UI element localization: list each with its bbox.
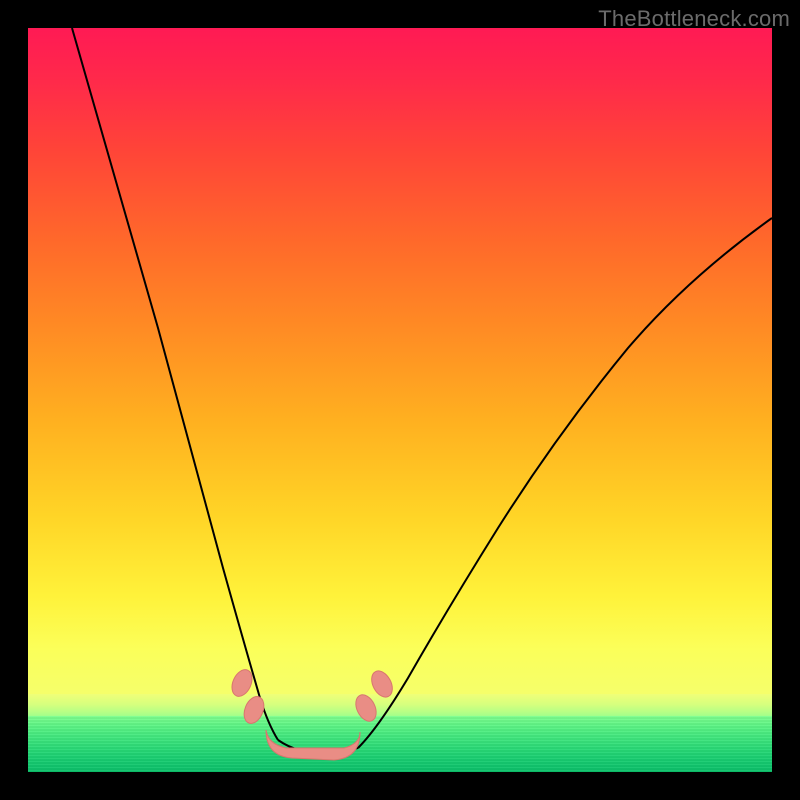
curve-layer bbox=[28, 28, 772, 772]
curve-left bbox=[72, 28, 278, 740]
curve-right bbox=[358, 218, 772, 748]
nub-left-lower bbox=[240, 694, 267, 727]
plot-area bbox=[28, 28, 772, 772]
valley-marker bbox=[266, 730, 360, 760]
chart-frame: TheBottleneck.com bbox=[0, 0, 800, 800]
nub-right-lower bbox=[352, 691, 380, 724]
nub-right-upper bbox=[367, 667, 396, 700]
